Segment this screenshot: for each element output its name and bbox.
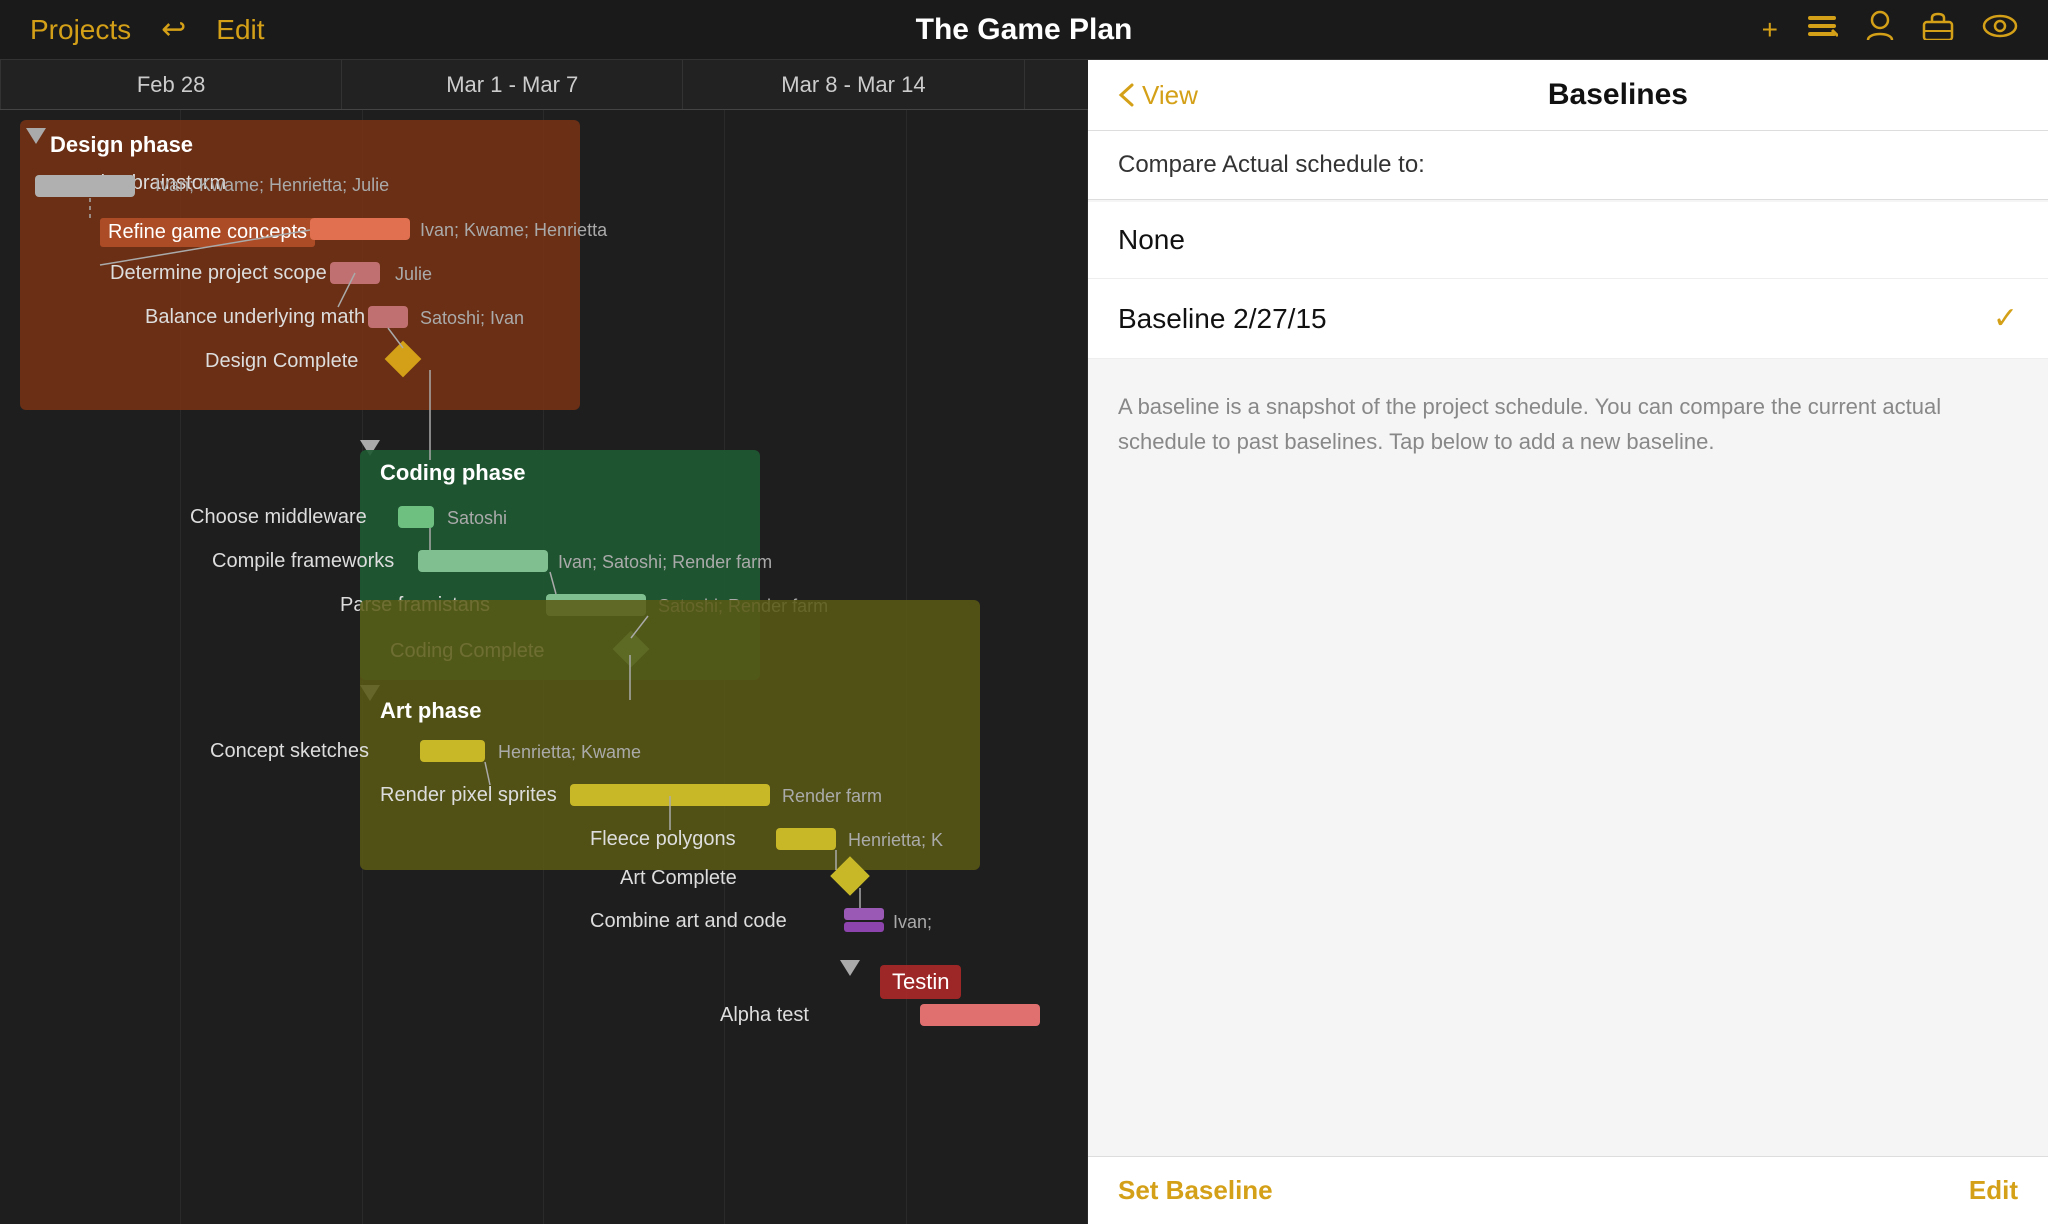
compile-frameworks-label: Compile frameworks — [212, 550, 394, 573]
panel-back-button[interactable]: View — [1118, 80, 1198, 111]
concept-sketches-label: Concept sketches — [210, 740, 369, 763]
baseline-none-label: None — [1118, 224, 1185, 256]
layers-button[interactable] — [1806, 12, 1838, 47]
compile-frameworks-bar[interactable] — [418, 550, 548, 572]
balance-math-assignee: Satoshi; Ivan — [420, 308, 524, 329]
baseline-options: None Baseline 2/27/15 ✓ — [1088, 202, 2048, 359]
concept-sketches-assignee: Henrietta; Kwame — [498, 742, 641, 763]
choose-middleware-assignee: Satoshi — [447, 508, 507, 529]
panel-header: View Baselines — [1088, 60, 2048, 131]
design-phase-label: Design phase — [50, 132, 193, 158]
compile-frameworks-assignee: Ivan; Satoshi; Render farm — [558, 552, 772, 573]
combine-art-code-label: Combine art and code — [590, 910, 787, 933]
render-sprites-label: Render pixel sprites — [380, 784, 557, 807]
determine-scope-bar[interactable] — [330, 262, 380, 284]
baselines-edit-button[interactable]: Edit — [1969, 1175, 2018, 1206]
testing-collapse-icon[interactable] — [840, 960, 860, 976]
choose-middleware-label: Choose middleware — [190, 506, 367, 529]
baseline-option-2-27-15[interactable]: Baseline 2/27/15 ✓ — [1088, 279, 2048, 359]
person-button[interactable] — [1866, 10, 1894, 49]
gameplay-brainstorm-bar[interactable] — [35, 175, 135, 197]
set-baseline-button[interactable]: Set Baseline — [1118, 1175, 1273, 1206]
coding-phase-label: Coding phase — [380, 460, 525, 486]
compare-section: Compare Actual schedule to: — [1088, 131, 2048, 200]
combine-assignee: Ivan; — [893, 912, 932, 933]
design-complete-label: Design Complete — [205, 350, 358, 373]
balance-math-bar[interactable] — [368, 306, 408, 328]
combine-bar-2[interactable] — [844, 922, 884, 932]
timeline-col-2: Mar 8 - Mar 14 — [683, 60, 1024, 109]
art-phase-label: Art phase — [380, 698, 481, 724]
page-title: The Game Plan — [916, 13, 1133, 46]
description-text: A baseline is a snapshot of the project … — [1118, 394, 1941, 454]
compare-label: Compare Actual schedule to: — [1118, 151, 1425, 178]
choose-middleware-bar[interactable] — [398, 506, 434, 528]
concept-sketches-bar[interactable] — [420, 740, 485, 762]
back-button[interactable]: ↩ — [161, 12, 186, 47]
projects-button[interactable]: Projects — [30, 14, 131, 46]
refine-game-concepts-bar[interactable] — [310, 218, 410, 240]
add-button[interactable]: + — [1762, 14, 1778, 46]
baseline-option-none[interactable]: None — [1088, 202, 2048, 279]
gantt-area: Design phase Gameplay brainstorm Ivan; K… — [0, 110, 1088, 1224]
panel-footer: Set Baseline Edit — [1088, 1156, 2048, 1224]
timeline-col-0: Feb 28 — [0, 60, 342, 109]
determine-scope-assignee: Julie — [395, 264, 432, 285]
top-bar: Projects ↩ Edit The Game Plan + — [0, 0, 2048, 60]
render-sprites-assignee: Render farm — [782, 786, 882, 807]
panel-title: Baselines — [1218, 78, 2018, 112]
baselines-panel: View Baselines Compare Actual schedule t… — [1088, 60, 2048, 1224]
description-section: A baseline is a snapshot of the project … — [1088, 359, 2048, 1156]
testing-label: Testin — [892, 969, 949, 994]
fleece-polygons-label: Fleece polygons — [590, 828, 736, 851]
combine-bar-1[interactable] — [844, 908, 884, 920]
briefcase-button[interactable] — [1922, 12, 1954, 47]
refine-game-concepts-label: Refine game concepts — [100, 218, 315, 247]
design-collapse-icon[interactable] — [26, 128, 46, 144]
refine-game-concepts-assignee: Ivan; Kwame; Henrietta — [420, 220, 607, 241]
baseline-checkmark: ✓ — [1993, 301, 2018, 336]
balance-math-label: Balance underlying math — [145, 306, 365, 329]
eye-button[interactable] — [1982, 12, 2018, 47]
art-complete-label: Art Complete — [620, 867, 737, 890]
edit-button[interactable]: Edit — [216, 14, 264, 46]
determine-scope-label: Determine project scope — [110, 262, 327, 285]
baseline-2-27-15-label: Baseline 2/27/15 — [1118, 303, 1327, 335]
gameplay-brainstorm-assignee: Ivan; Kwame; Henrietta; Julie — [155, 175, 389, 196]
timeline-col-1: Mar 1 - Mar 7 — [342, 60, 683, 109]
alpha-test-bar[interactable] — [920, 1004, 1040, 1026]
render-sprites-bar[interactable] — [570, 784, 770, 806]
fleece-polygons-assignee: Henrietta; K — [848, 830, 943, 851]
fleece-polygons-bar[interactable] — [776, 828, 836, 850]
alpha-test-label: Alpha test — [720, 1004, 809, 1027]
panel-back-label: View — [1142, 80, 1198, 111]
